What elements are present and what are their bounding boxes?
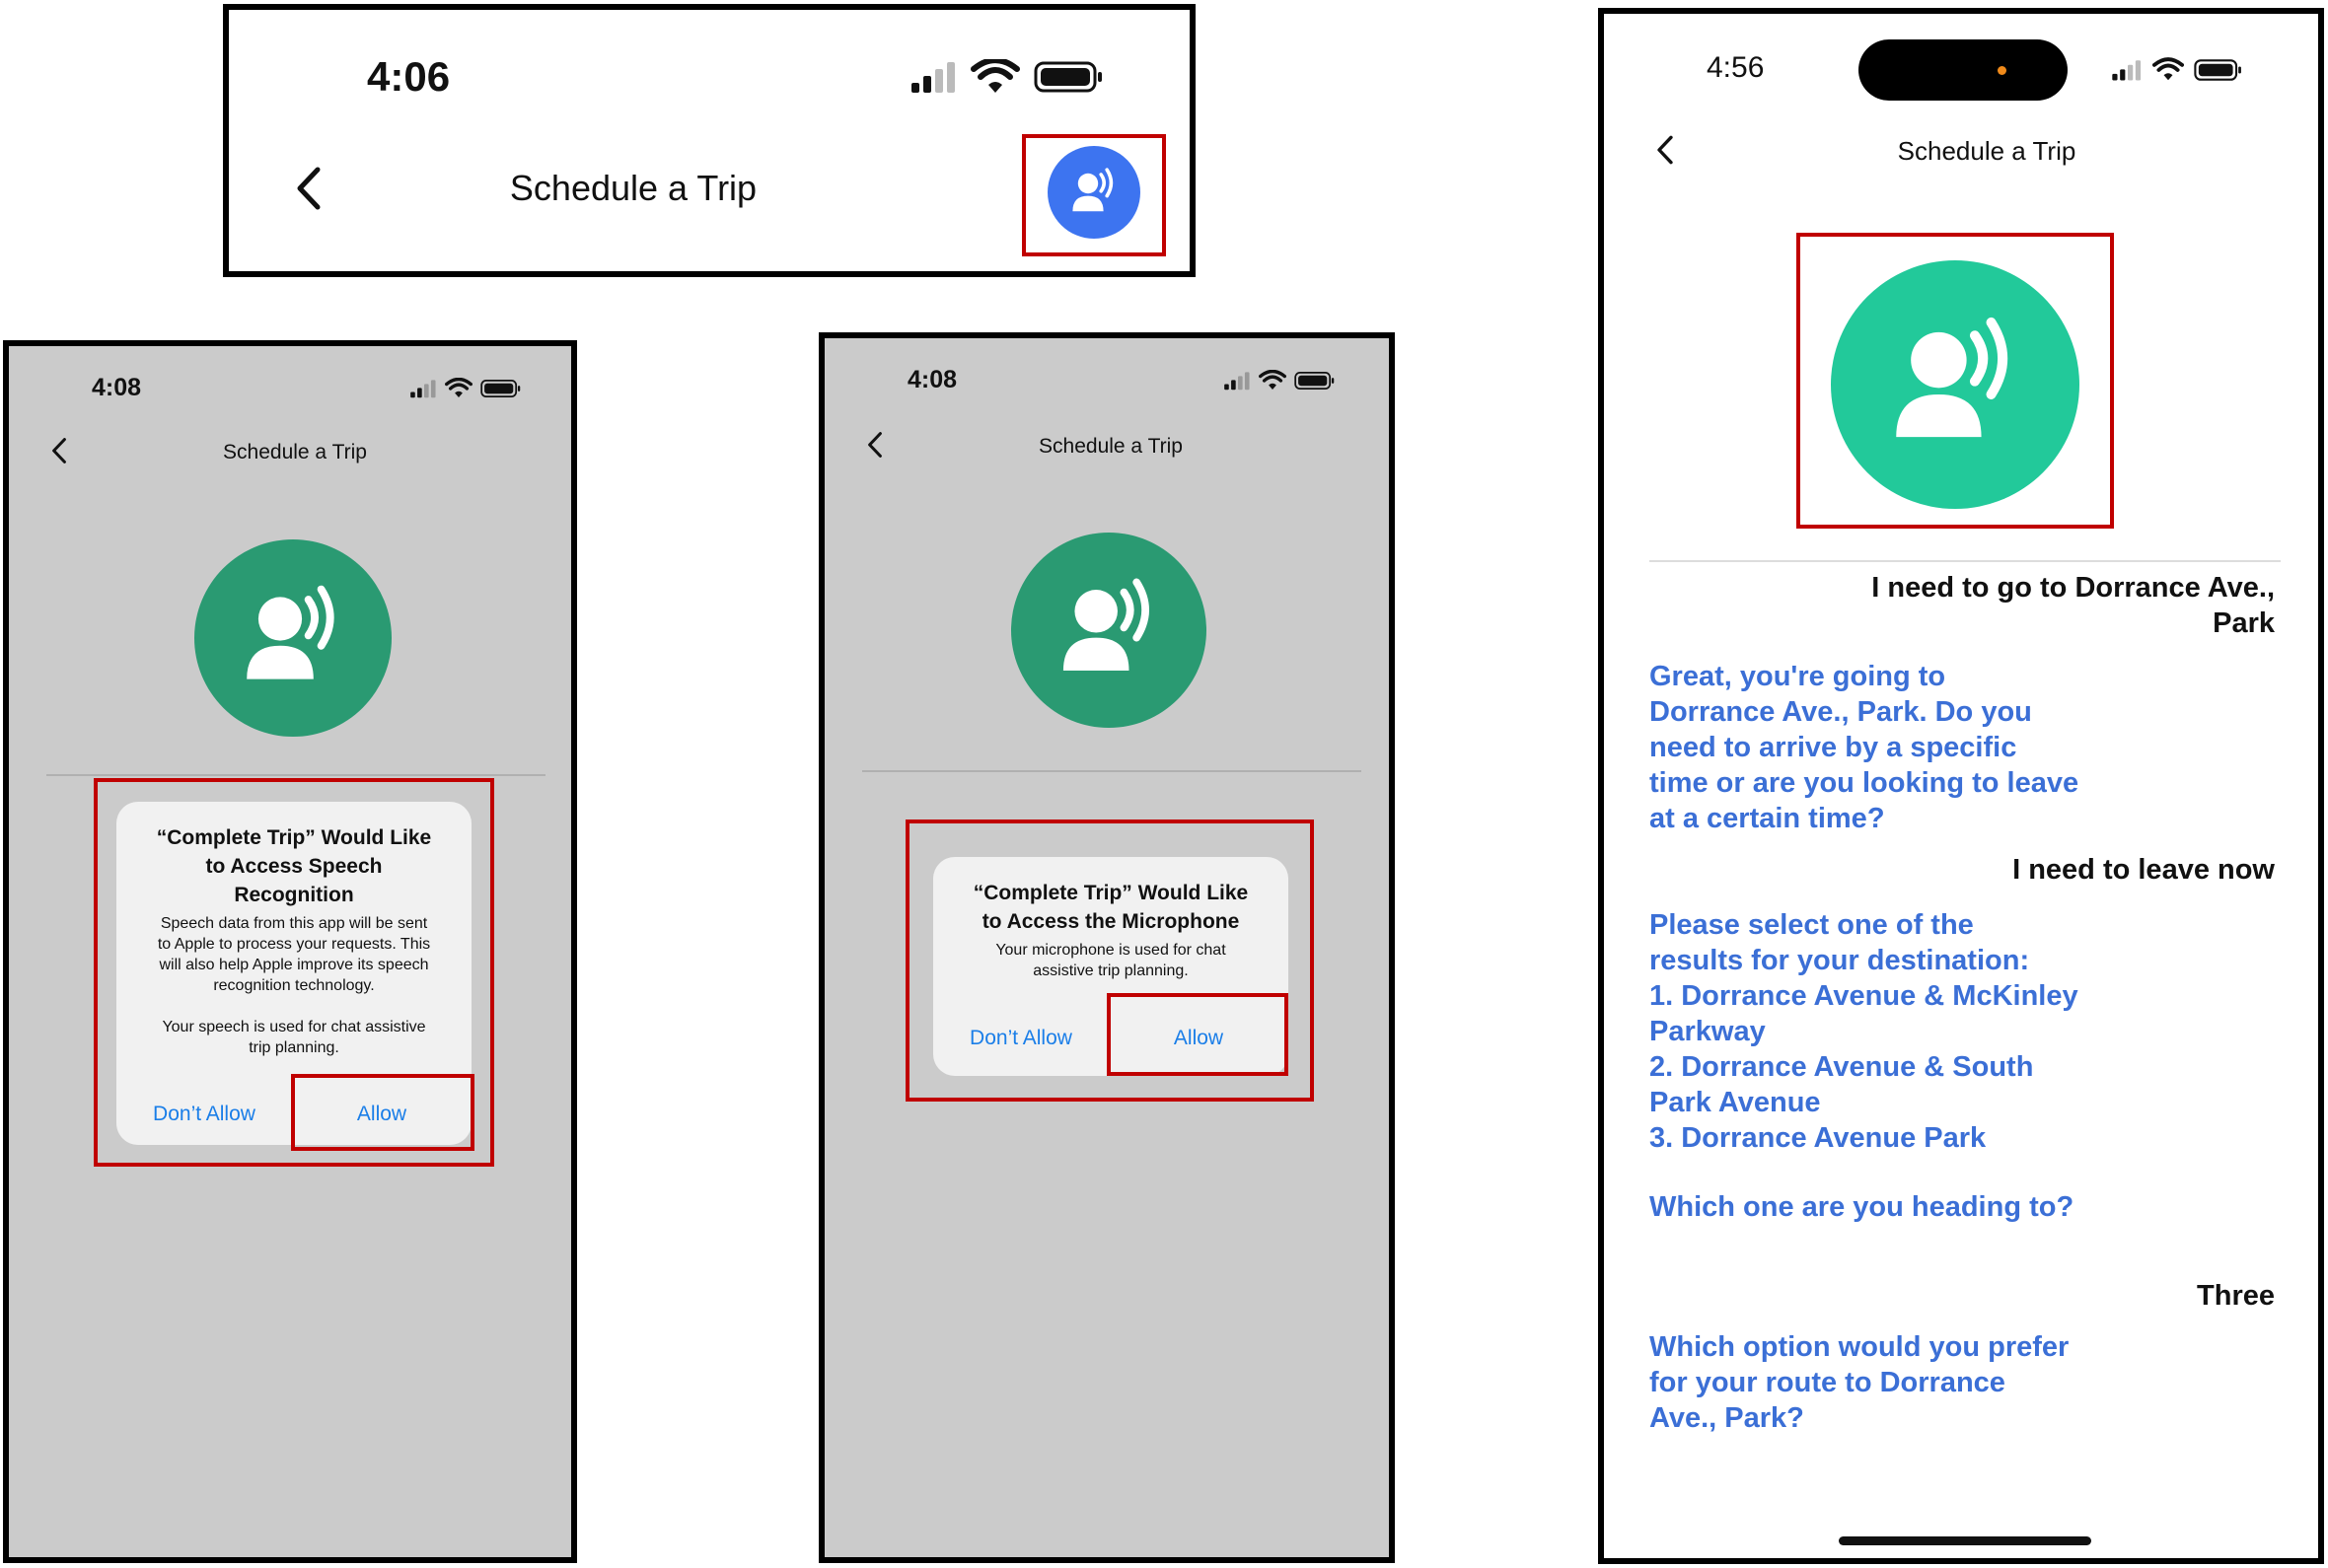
dont-allow-button[interactable]: Don’t Allow [933,1027,1109,1050]
battery-icon [2194,59,2241,81]
home-indicator[interactable] [1839,1536,2091,1545]
status-icons [2111,57,2243,83]
voice-assistant-icon [1896,317,2008,438]
user-message: I need to leave now [2012,854,2275,886]
battery-icon [1294,371,1335,391]
back-button[interactable] [866,431,884,459]
voice-assistant-icon [247,585,334,679]
user-message: Three [2197,1280,2275,1312]
wifi-icon [971,59,1020,93]
divider [1649,560,2281,562]
back-button[interactable] [1655,134,1675,166]
wifi-icon [2152,57,2184,81]
signal-icon [2112,60,2142,81]
allow-highlight-box [1107,993,1288,1076]
status-time: 4:08 [92,374,142,401]
page-title: Schedule a Trip [509,168,758,208]
status-time: 4:06 [367,53,451,100]
dialog-title: “Complete Trip” Would Like to Access the… [973,882,1249,933]
voice-assistant-icon [1062,578,1149,671]
wifi-icon [1259,370,1286,390]
voice-assistant-icon [1072,168,1114,212]
battery-icon [480,379,521,398]
signal-icon [410,380,436,398]
divider [46,774,546,776]
status-icons [409,378,522,399]
assistant-message: Great, you're going to Dorrance Ave., Pa… [1649,661,2079,834]
assistant-message: Which option would you prefer for your r… [1649,1331,2070,1434]
wifi-icon [445,378,473,397]
back-button[interactable] [294,166,324,211]
status-time: 4:08 [908,366,958,393]
dialog-message: Speech data from this app will be sent t… [157,915,431,1056]
divider [862,770,1361,772]
voice-assistant-button[interactable] [1011,533,1206,728]
status-time: 4:56 [1707,51,1765,84]
page-title: Schedule a Trip [223,441,367,463]
user-message: I need to go to Dorrance Ave., Park [1871,572,2275,639]
dynamic-island-icon [1858,39,2068,101]
back-button[interactable] [50,437,68,464]
chevron-left-icon [1657,135,1673,165]
signal-icon [911,62,955,93]
page-title: Schedule a Trip [1039,435,1183,458]
status-icons [1223,370,1336,392]
chevron-left-icon [52,438,66,463]
dialog-message: Your microphone is used for chat assisti… [995,942,1226,979]
chevron-left-icon [297,167,321,210]
panel-microphone-permission: 4:08 Schedule a Trip “Complete Trip” Wou… [819,332,1395,1563]
chevron-left-icon [868,432,882,458]
dont-allow-button[interactable]: Don’t Allow [116,1103,292,1126]
dialog-title: “Complete Trip” Would Like to Access Spe… [156,826,432,906]
status-icons [909,59,1105,95]
panel-header-crop: 4:06 Schedule a Trip [223,4,1196,277]
panel-chat: 4:56 Schedule a Trip I need to go to Dor… [1598,8,2324,1564]
voice-assistant-button[interactable] [194,539,392,737]
signal-icon [1224,372,1250,391]
allow-highlight-box [291,1074,474,1151]
panel-speech-permission: 4:08 Schedule a Trip “Complete Trip” Wou… [3,340,577,1563]
assistant-message: Please select one of the results for you… [1649,909,2078,1223]
battery-icon [1034,61,1102,93]
page-title: Schedule a Trip [1897,136,2076,166]
voice-assistant-button[interactable] [1048,146,1140,239]
voice-assistant-button[interactable] [1831,260,2079,509]
